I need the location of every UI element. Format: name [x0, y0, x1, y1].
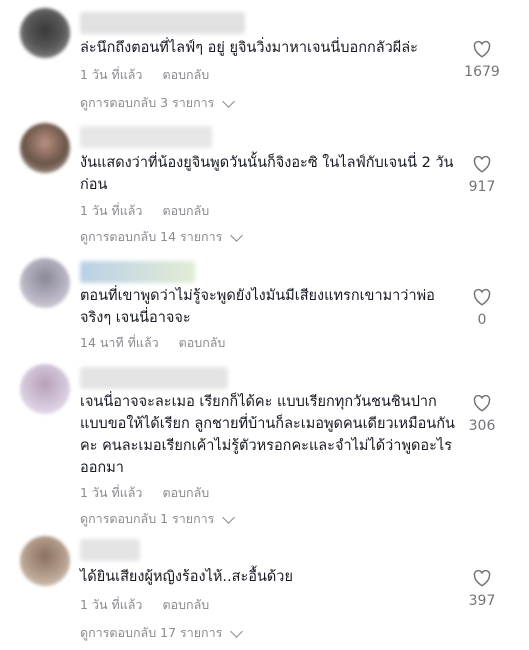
- comment-time: 1 วัน ที่แล้ว: [80, 203, 143, 218]
- view-replies-button[interactable]: ดูการตอบกลับ 3 รายการ: [80, 93, 236, 113]
- view-replies-button[interactable]: ดูการตอบกลับ 1 รายการ: [80, 509, 236, 529]
- username-blurred[interactable]: [80, 12, 245, 34]
- avatar[interactable]: [20, 364, 70, 414]
- like-button[interactable]: 1679: [457, 40, 507, 80]
- comment-meta: 1 วัน ที่แล้ว ตอบกลับ: [80, 483, 209, 503]
- reply-button[interactable]: ตอบกลับ: [162, 595, 209, 615]
- reply-button[interactable]: ตอบกลับ: [162, 201, 209, 221]
- view-replies-button[interactable]: ดูการตอบกลับ 17 รายการ: [80, 623, 244, 643]
- comment-meta: 1 วัน ที่แล้ว ตอบกลับ: [80, 595, 209, 615]
- heart-outline-icon: [473, 155, 491, 173]
- like-count: 917: [468, 179, 496, 195]
- like-count: 397: [468, 593, 496, 609]
- comment-time: 1 วัน ที่แล้ว: [80, 597, 143, 612]
- comment-text: งันแสดงว่าที่น้องยูจินพูดวันนั้นก็จิงอะซ…: [80, 155, 454, 193]
- username-blurred[interactable]: [80, 539, 140, 561]
- chevron-down-icon: [222, 510, 236, 524]
- like-count: 0: [477, 312, 487, 328]
- view-replies-label: ดูการตอบกลับ 17 รายการ: [80, 625, 223, 640]
- like-button[interactable]: 0: [457, 288, 507, 328]
- username-blurred[interactable]: [80, 126, 212, 148]
- comment-meta: 1 วัน ที่แล้ว ตอบกลับ: [80, 201, 209, 221]
- chevron-down-icon: [230, 228, 244, 242]
- avatar[interactable]: [20, 8, 70, 58]
- avatar[interactable]: [20, 258, 70, 308]
- heart-outline-icon: [473, 569, 491, 587]
- comment-time: 14 นาที ที่แล้ว: [80, 335, 159, 350]
- like-button[interactable]: 397: [457, 569, 507, 609]
- chevron-down-icon: [222, 94, 236, 108]
- like-count: 306: [468, 418, 496, 434]
- comment-text: ตอนที่เขาพูดว่าไม่รู้จะพูดยังไงมันมีเสีย…: [80, 288, 435, 326]
- view-replies-label: ดูการตอบกลับ 1 รายการ: [80, 511, 215, 526]
- comment-text: เจนนี่อาจจะละเมอ เรียกก็ได้คะ แบบเรียกทุ…: [80, 394, 455, 476]
- view-replies-label: ดูการตอบกลับ 3 รายการ: [80, 95, 215, 110]
- view-replies-button[interactable]: ดูการตอบกลับ 14 รายการ: [80, 227, 244, 247]
- avatar[interactable]: [20, 536, 70, 586]
- reply-button[interactable]: ตอบกลับ: [162, 483, 209, 503]
- reply-button[interactable]: ตอบกลับ: [179, 333, 226, 353]
- heart-outline-icon: [473, 394, 491, 412]
- like-count: 1679: [464, 64, 500, 80]
- reply-button[interactable]: ตอบกลับ: [162, 65, 209, 85]
- username-blurred[interactable]: [80, 367, 228, 389]
- view-replies-label: ดูการตอบกลับ 14 รายการ: [80, 229, 223, 244]
- comment-time: 1 วัน ที่แล้ว: [80, 485, 143, 500]
- comment-text: ได้ยินเสียงผู้หญิงร้องไห้..สะอื้นด้วย: [80, 569, 293, 585]
- comment-time: 1 วัน ที่แล้ว: [80, 67, 143, 82]
- comment-text: ล่ะนึกถึงตอนที่ไลฟ์ๆ อยู่ ยูจินวิ่งมาหาเ…: [80, 40, 418, 56]
- avatar[interactable]: [20, 123, 70, 173]
- heart-outline-icon: [473, 40, 491, 58]
- like-button[interactable]: 306: [457, 394, 507, 434]
- chevron-down-icon: [230, 624, 244, 638]
- like-button[interactable]: 917: [457, 155, 507, 195]
- heart-outline-icon: [473, 288, 491, 306]
- username-blurred[interactable]: [80, 261, 195, 283]
- comment-meta: 1 วัน ที่แล้ว ตอบกลับ: [80, 65, 209, 85]
- comment-meta: 14 นาที ที่แล้ว ตอบกลับ: [80, 333, 225, 353]
